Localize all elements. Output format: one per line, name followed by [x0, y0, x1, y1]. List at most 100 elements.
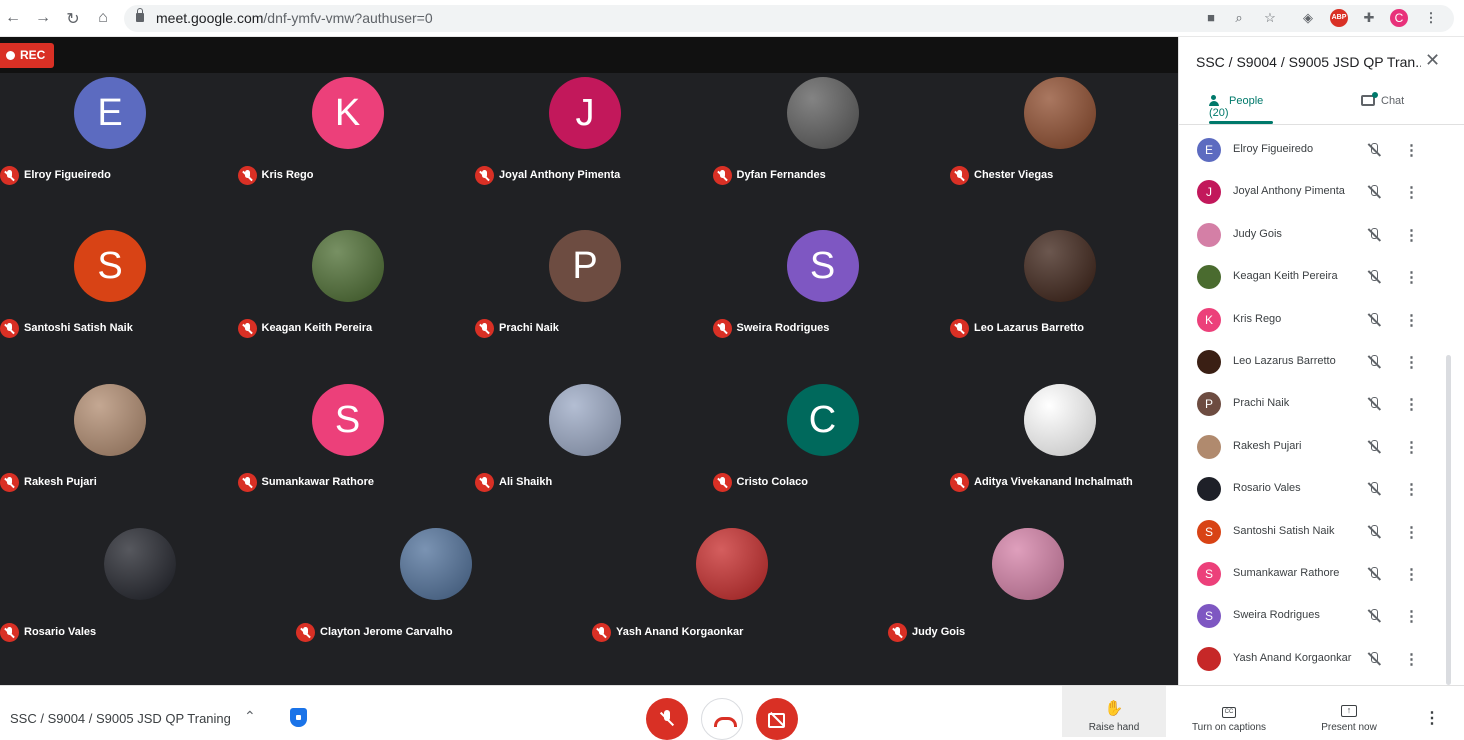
participant-tile[interactable]: Judy Gois [888, 528, 1123, 678]
participant-tile[interactable]: E Elroy Figueiredo [0, 77, 235, 227]
security-shield-icon[interactable] [290, 708, 307, 727]
list-item[interactable]: J Joyal Anthony Pimenta ⋮ [1179, 174, 1444, 210]
mic-muted-icon[interactable] [1366, 227, 1382, 243]
list-item[interactable]: K Kris Rego ⋮ [1179, 302, 1444, 338]
star-bookmark-icon[interactable]: ☆ [1261, 9, 1279, 27]
meeting-title[interactable]: SSC / S9004 / S9005 JSD QP Traning [10, 711, 231, 726]
participant-avatar: J [1197, 180, 1221, 205]
list-item[interactable]: Leo Lazarus Barretto ⋮ [1179, 344, 1444, 380]
more-options-icon[interactable]: ⋮ [1404, 353, 1419, 371]
list-item[interactable]: Judy Gois ⋮ [1179, 217, 1444, 253]
mic-muted-icon[interactable] [1366, 524, 1382, 540]
chevron-up-icon[interactable]: ⌃ [244, 708, 256, 725]
mic-muted-icon[interactable] [1366, 312, 1382, 328]
participant-tile[interactable]: J Joyal Anthony Pimenta [475, 77, 710, 227]
zoom-icon[interactable]: ⌕ [1230, 9, 1248, 27]
more-options-icon[interactable]: ⋮ [1404, 565, 1419, 583]
list-item[interactable]: Keagan Keith Pereira ⋮ [1179, 259, 1444, 295]
list-item[interactable]: Rosario Vales ⋮ [1179, 471, 1444, 507]
participant-tile[interactable]: Rosario Vales [0, 528, 235, 678]
url-text[interactable]: meet.google.com/dnf-ymfv-vmw?authuser=0 [156, 10, 433, 26]
back-arrow-icon[interactable]: ← [3, 9, 23, 27]
more-options-icon[interactable]: ⋮ [1404, 141, 1419, 159]
participant-tile[interactable]: Aditya Vivekanand Inchalmath [950, 384, 1185, 534]
more-options-icon[interactable]: ⋮ [1404, 395, 1419, 413]
list-item[interactable]: P Prachi Naik ⋮ [1179, 386, 1444, 422]
list-item[interactable]: S Sumankawar Rathore ⋮ [1179, 556, 1444, 592]
more-options-icon[interactable]: ⋮ [1404, 311, 1419, 329]
close-icon[interactable]: ✕ [1425, 50, 1440, 71]
mic-muted-icon[interactable] [1366, 566, 1382, 582]
participant-avatar: P [1197, 392, 1221, 417]
shield-extension-icon[interactable]: ◈ [1299, 9, 1317, 27]
participant-tile[interactable]: Rakesh Pujari [0, 384, 235, 534]
participant-tile[interactable]: C Cristo Colaco [712, 384, 948, 534]
participant-tile[interactable]: Chester Viegas [950, 77, 1185, 227]
adblock-icon[interactable]: ABP [1330, 9, 1348, 27]
reload-icon[interactable]: ↻ [63, 9, 83, 29]
forward-arrow-icon[interactable]: → [33, 9, 53, 27]
home-icon[interactable]: ⌂ [93, 9, 113, 27]
captions-button[interactable]: CC Turn on captions [1180, 686, 1278, 737]
camera-indicator-icon[interactable]: ■ [1202, 9, 1220, 27]
participant-name: Sweira Rodrigues [736, 322, 830, 334]
camera-off-button[interactable] [756, 698, 798, 740]
participant-avatar [1024, 77, 1096, 149]
mic-muted-icon[interactable] [1366, 142, 1382, 158]
more-options-icon[interactable]: ⋮ [1424, 708, 1440, 728]
mic-muted-icon [296, 623, 315, 642]
mic-muted-icon[interactable] [1366, 439, 1382, 455]
participant-tile[interactable]: S Sumankawar Rathore [237, 384, 473, 534]
mic-muted-icon[interactable] [1366, 481, 1382, 497]
participant-tile[interactable]: Clayton Jerome Carvalho [296, 528, 531, 678]
profile-avatar[interactable]: C [1390, 9, 1408, 27]
mic-muted-icon[interactable] [1366, 269, 1382, 285]
participant-tile[interactable]: P Prachi Naik [475, 230, 710, 380]
participant-name: Santoshi Satish Naik [1233, 524, 1335, 537]
participant-tile[interactable]: Dyfan Fernandes [712, 77, 948, 227]
participant-tile[interactable]: Ali Shaikh [475, 384, 710, 534]
meeting-stage: REC E Elroy Figueiredo K Kris Rego J Joyal An… [0, 37, 1178, 685]
list-item[interactable]: Rakesh Pujari ⋮ [1179, 429, 1444, 465]
list-item[interactable]: S Sweira Rodrigues ⋮ [1179, 598, 1444, 634]
mic-muted-icon[interactable] [1366, 396, 1382, 412]
browser-menu-icon[interactable]: ⋮ [1422, 9, 1440, 27]
more-options-icon[interactable]: ⋮ [1404, 268, 1419, 286]
participant-tile[interactable]: Yash Anand Korgaonkar [592, 528, 827, 678]
mic-muted-icon[interactable] [1366, 354, 1382, 370]
puzzle-extensions-icon[interactable]: ✚ [1360, 9, 1378, 27]
mic-muted-icon [712, 166, 732, 185]
more-options-icon[interactable]: ⋮ [1404, 183, 1419, 201]
more-options-icon[interactable]: ⋮ [1404, 650, 1419, 668]
list-item[interactable]: S Santoshi Satish Naik ⋮ [1179, 514, 1444, 550]
present-now-button[interactable]: ↑ Present now [1296, 686, 1402, 737]
more-options-icon[interactable]: ⋮ [1404, 226, 1419, 244]
scrollbar[interactable] [1446, 355, 1451, 685]
panel-title: SSC / S9004 / S9005 JSD QP Tran... [1196, 54, 1421, 70]
mic-muted-icon[interactable] [1366, 651, 1382, 667]
participant-tile[interactable]: S Santoshi Satish Naik [0, 230, 235, 380]
participant-tile[interactable]: Keagan Keith Pereira [237, 230, 473, 380]
tab-chat[interactable]: Chat [1361, 92, 1404, 125]
more-options-icon[interactable]: ⋮ [1404, 523, 1419, 541]
participant-tile[interactable]: K Kris Rego [237, 77, 473, 227]
participant-avatar [1024, 384, 1096, 456]
participant-tile[interactable]: Leo Lazarus Barretto [950, 230, 1185, 380]
more-options-icon[interactable]: ⋮ [1404, 438, 1419, 456]
raise-hand-button[interactable]: ✋ Raise hand [1062, 686, 1166, 737]
participant-avatar [1197, 265, 1221, 290]
lock-icon[interactable] [136, 8, 144, 22]
mic-off-button[interactable] [646, 698, 688, 740]
participant-avatar: S [1197, 604, 1221, 629]
more-options-icon[interactable]: ⋮ [1404, 607, 1419, 625]
leave-call-button[interactable] [701, 698, 743, 740]
address-bar[interactable]: meet.google.com/dnf-ymfv-vmw?authuser=0 … [124, 5, 1454, 32]
mic-muted-icon[interactable] [1366, 608, 1382, 624]
participant-tile[interactable]: S Sweira Rodrigues [712, 230, 948, 380]
list-item[interactable]: E Elroy Figueiredo ⋮ [1179, 132, 1444, 168]
participant-name: Rosario Vales [24, 626, 97, 638]
mic-muted-icon[interactable] [1366, 184, 1382, 200]
more-options-icon[interactable]: ⋮ [1404, 480, 1419, 498]
list-item[interactable]: Yash Anand Korgaonkar ⋮ [1179, 641, 1444, 677]
participant-avatar [104, 528, 176, 600]
